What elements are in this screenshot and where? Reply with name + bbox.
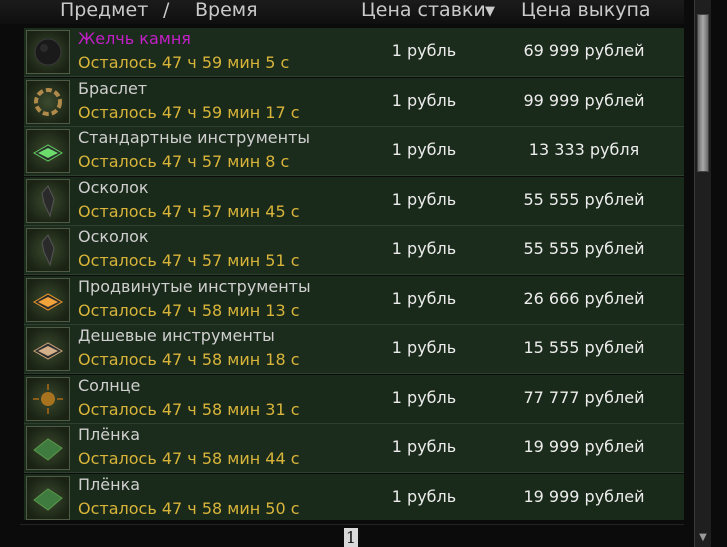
item-name: Желчь камня xyxy=(78,29,191,48)
bid-price: 1 рубль xyxy=(391,90,457,110)
item-name: Продвинутые инструменты xyxy=(78,276,311,296)
column-header-time[interactable]: Время xyxy=(195,0,258,21)
item-name: Плёнка xyxy=(78,425,141,444)
header-separator: / xyxy=(163,0,170,21)
scroll-down-icon[interactable]: ▼ xyxy=(696,531,710,545)
list-item[interactable]: Продвинутые инструменты Осталось 47 ч 58… xyxy=(24,275,684,325)
item-name: Солнце xyxy=(78,375,141,395)
list-item[interactable]: Солнце Осталось 47 ч 58 мин 31 с 1 рубль… xyxy=(24,374,684,424)
time-left: Осталось 47 ч 58 мин 18 с xyxy=(78,350,300,369)
list-item[interactable]: Желчь камня Осталось 47 ч 59 мин 5 с 1 р… xyxy=(24,28,684,77)
item-name: Осколок xyxy=(78,177,149,197)
list-item[interactable]: Браслет Осталось 47 ч 59 мин 17 с 1 рубл… xyxy=(24,77,684,127)
film-icon xyxy=(26,475,70,520)
buyout-price: 26 666 рублей xyxy=(523,288,645,308)
bid-price: 1 рубль xyxy=(391,288,457,308)
item-name: Плёнка xyxy=(78,474,141,494)
list-item[interactable]: Стандартные инструменты Осталось 47 ч 57… xyxy=(24,127,684,176)
toolbox-orange-icon xyxy=(26,277,70,322)
time-left: Осталось 47 ч 58 мин 13 с xyxy=(78,300,300,320)
page-number-button[interactable]: 1 xyxy=(344,528,358,547)
column-header-bid[interactable]: Цена ставки xyxy=(361,0,486,21)
time-left: Осталось 47 ч 58 мин 50 с xyxy=(78,498,300,518)
right-frame xyxy=(684,0,694,547)
item-name: Браслет xyxy=(78,78,148,98)
bid-price: 1 рубль xyxy=(391,189,457,209)
bid-price: 1 рубль xyxy=(391,140,457,159)
list-item[interactable]: Осколок Осталось 47 ч 57 мин 51 с 1 рубл… xyxy=(24,226,684,275)
buyout-price: 55 555 рублей xyxy=(523,239,645,258)
toolbox-tan-icon xyxy=(26,327,70,371)
time-left: Осталось 47 ч 58 мин 31 с xyxy=(78,399,300,419)
buyout-price: 19 999 рублей xyxy=(523,486,645,506)
list-item[interactable]: Плёнка Осталось 47 ч 58 мин 50 с 1 рубль… xyxy=(24,473,684,520)
shard-icon xyxy=(26,228,70,272)
bid-price: 1 рубль xyxy=(391,486,457,506)
item-name: Стандартные инструменты xyxy=(78,128,311,147)
list-item[interactable]: Плёнка Осталось 47 ч 58 мин 44 с 1 рубль… xyxy=(24,424,684,473)
bid-price: 1 рубль xyxy=(391,387,457,407)
bid-price: 1 рубль xyxy=(391,437,457,456)
column-header-item[interactable]: Предмет xyxy=(60,0,148,21)
time-left: Осталось 47 ч 57 мин 8 с xyxy=(78,152,290,171)
bracelet-icon xyxy=(26,79,70,124)
sort-desc-icon[interactable]: ▼ xyxy=(485,4,495,19)
item-name: Дешевые инструменты xyxy=(78,326,275,345)
time-left: Осталось 47 ч 57 мин 51 с xyxy=(78,251,300,270)
buyout-price: 19 999 рублей xyxy=(523,437,645,456)
left-frame xyxy=(0,24,20,547)
bid-price: 1 рубль xyxy=(391,239,457,258)
column-header-buyout[interactable]: Цена выкупа xyxy=(521,0,651,21)
list-item[interactable]: Осколок Осталось 47 ч 57 мин 45 с 1 рубл… xyxy=(24,176,684,226)
list-bottom-divider xyxy=(20,524,684,525)
shard-icon xyxy=(26,178,70,223)
dark-stone-icon xyxy=(26,30,70,74)
sun-icon xyxy=(26,376,70,421)
time-left: Осталось 47 ч 58 мин 44 с xyxy=(78,449,300,468)
list-item[interactable]: Дешевые инструменты Осталось 47 ч 58 мин… xyxy=(24,325,684,374)
film-icon xyxy=(26,426,70,470)
table-header: Предмет / Время Цена ставки ▼ Цена выкуп… xyxy=(0,0,690,24)
right-edge xyxy=(711,0,727,547)
time-left: Осталось 47 ч 59 мин 17 с xyxy=(78,102,300,122)
buyout-price: 55 555 рублей xyxy=(523,189,645,209)
time-left: Осталось 47 ч 57 мин 45 с xyxy=(78,201,300,221)
buyout-price: 69 999 рублей xyxy=(523,41,645,60)
scrollbar[interactable]: ▼ xyxy=(694,0,711,547)
buyout-price: 13 333 рубля xyxy=(528,140,640,159)
scroll-thumb[interactable] xyxy=(697,14,709,172)
buyout-price: 15 555 рублей xyxy=(523,338,645,357)
time-left: Осталось 47 ч 59 мин 5 с xyxy=(78,53,290,72)
buyout-price: 77 777 рублей xyxy=(523,387,645,407)
buyout-price: 99 999 рублей xyxy=(523,90,645,110)
item-name: Осколок xyxy=(78,227,149,246)
toolbox-green-icon xyxy=(26,129,70,173)
auction-list: Желчь камня Осталось 47 ч 59 мин 5 с 1 р… xyxy=(24,28,684,520)
bid-price: 1 рубль xyxy=(391,338,457,357)
bid-price: 1 рубль xyxy=(391,41,457,60)
